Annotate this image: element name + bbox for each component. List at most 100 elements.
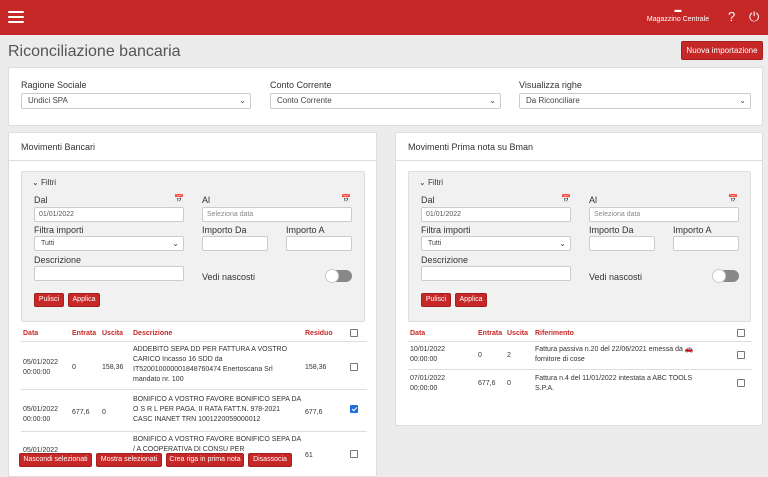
prima-nota-filters-panel: ⌄ Filtri Dal 📅 01/01/2022 Al 📅 Seleziona… — [408, 171, 751, 322]
descrizione-input[interactable] — [421, 266, 571, 281]
row2-data: 05/01/2022 00:00:00 — [23, 406, 59, 423]
select-all-checkbox[interactable] — [737, 329, 745, 337]
row1-residuo: 158,36 — [305, 364, 327, 371]
chevron-down-icon: ⌄ — [739, 96, 746, 105]
prima-nota-title: Movimenti Prima nota su Bman — [408, 142, 534, 152]
dal-label: Dal — [34, 195, 48, 205]
filtro-label: Filtra importi — [421, 225, 471, 235]
show-selected-button[interactable]: Mostra selezionati — [96, 453, 162, 467]
col-data[interactable]: Data — [23, 330, 38, 337]
filtro-select[interactable]: Tutti ⌄ — [421, 236, 571, 251]
importo-da-label: Importo Da — [202, 225, 247, 235]
importo-da-input[interactable] — [589, 236, 655, 251]
disassocia-button[interactable]: Disassocia — [248, 453, 292, 467]
row2-uscita: 0 — [102, 409, 106, 416]
applica-button[interactable]: Applica — [455, 293, 487, 307]
col-entrata[interactable]: Entrata — [72, 330, 96, 337]
calendar-icon[interactable]: 📅 — [341, 194, 351, 203]
importo-da-input[interactable] — [202, 236, 268, 251]
al-input[interactable]: Seleziona data — [202, 207, 352, 222]
row2-checkbox[interactable] — [737, 379, 745, 387]
row1-entrata: 0 — [72, 364, 76, 371]
page-title: Riconciliazione bancaria — [8, 43, 181, 60]
descrizione-label: Descrizione — [34, 255, 82, 265]
rows-select[interactable]: Da Riconciliare ⌄ — [519, 93, 751, 109]
row2-residuo: 677,6 — [305, 409, 323, 416]
al-input[interactable]: Seleziona data — [589, 207, 739, 222]
pulisci-button[interactable]: Pulisci — [421, 293, 451, 307]
al-label: Al — [589, 195, 598, 205]
vedi-nascosti-label: Vedi nascosti — [589, 272, 643, 282]
menu-icon[interactable] — [8, 11, 24, 23]
create-row-button[interactable]: Crea riga in prima nota — [166, 453, 244, 467]
al-label: Al — [202, 195, 211, 205]
col-uscita[interactable]: Uscita — [507, 330, 528, 337]
warehouse-label: Magazzino Centrale — [646, 16, 710, 23]
row1-data: 10/01/2022 00:00:00 — [410, 346, 446, 363]
hide-selected-button[interactable]: Nascondi selezionati — [19, 453, 92, 467]
row1-riferimento: Fattura passiva n.20 del 22/06/2021 emes… — [535, 346, 694, 363]
row2-entrata: 677,6 — [478, 380, 496, 387]
vedi-nascosti-label: Vedi nascosti — [202, 272, 256, 282]
row3-residuo: 61 — [305, 452, 313, 459]
calendar-icon[interactable]: 📅 — [728, 194, 738, 203]
account-label: Conto Corrente — [270, 80, 332, 90]
calendar-icon[interactable]: 📅 — [174, 194, 184, 203]
filtro-select[interactable]: Tutti ⌄ — [34, 236, 184, 251]
row1-checkbox[interactable] — [350, 363, 358, 371]
chevron-down-icon: ⌄ — [489, 96, 496, 105]
row2-checkbox[interactable] — [350, 405, 358, 413]
col-data[interactable]: Data — [410, 330, 425, 337]
rows-label: Visualizza righe — [519, 80, 582, 90]
row2-descrizione: BONIFICO A VOSTRO FAVORE BONIFICO SEPA D… — [133, 396, 301, 423]
account-select[interactable]: Conto Corrente ⌄ — [270, 93, 501, 109]
bank-filters-panel: ⌄ Filtri Dal 📅 01/01/2022 Al 📅 Seleziona… — [21, 171, 365, 322]
company-select[interactable]: Undici SPA ⌄ — [21, 93, 251, 109]
row1-checkbox[interactable] — [737, 351, 745, 359]
row1-entrata: 0 — [478, 352, 482, 359]
bank-movements-card: Movimenti Bancari ⌄ Filtri Dal 📅 01/01/2… — [8, 132, 377, 477]
pulisci-button[interactable]: Pulisci — [34, 293, 64, 307]
applica-button[interactable]: Applica — [68, 293, 100, 307]
chevron-down-icon: ⌄ — [239, 96, 246, 105]
top-bar: ▬ Magazzino Centrale ? ⏻ — [0, 0, 768, 35]
col-uscita[interactable]: Uscita — [102, 330, 123, 337]
dal-input[interactable]: 01/01/2022 — [421, 207, 571, 222]
dal-input[interactable]: 01/01/2022 — [34, 207, 184, 222]
col-riferimento[interactable]: Riferimento — [535, 330, 574, 337]
descrizione-input[interactable] — [34, 266, 184, 281]
vedi-nascosti-toggle[interactable] — [712, 269, 739, 283]
vedi-nascosti-toggle[interactable] — [325, 269, 352, 283]
new-import-button[interactable]: Nuova importazione — [681, 41, 763, 60]
filter-card: Ragione Sociale Undici SPA ⌄ Conto Corren… — [8, 67, 763, 126]
prima-nota-card: Movimenti Prima nota su Bman ⌄ Filtri Da… — [395, 132, 763, 426]
select-all-checkbox[interactable] — [350, 329, 358, 337]
importo-a-input[interactable] — [286, 236, 352, 251]
bank-movements-title: Movimenti Bancari — [21, 142, 96, 152]
importo-a-label: Importo A — [286, 225, 325, 235]
row2-entrata: 677,6 — [72, 409, 90, 416]
filters-toggle[interactable]: ⌄ Filtri — [419, 178, 443, 187]
col-entrata[interactable]: Entrata — [478, 330, 502, 337]
power-icon[interactable]: ⏻ — [749, 9, 759, 25]
filters-toggle[interactable]: ⌄ Filtri — [32, 178, 56, 187]
row3-checkbox[interactable] — [350, 450, 358, 458]
warehouse-icon: ▬ — [674, 7, 682, 14]
row1-uscita: 158,36 — [102, 364, 124, 371]
filtro-label: Filtra importi — [34, 225, 84, 235]
help-icon[interactable]: ? — [728, 9, 735, 25]
importo-da-label: Importo Da — [589, 225, 634, 235]
row1-descrizione: ADDEBITO SEPA DD PER FATTURA A VOSTRO CA… — [133, 346, 288, 383]
dal-label: Dal — [421, 195, 435, 205]
importo-a-input[interactable] — [673, 236, 739, 251]
row3-descrizione: BONIFICO A VOSTRO FAVORE BONIFICO SEPA D… — [133, 436, 301, 453]
row2-riferimento: Fattura n.4 del 11/01/2022 intestata a A… — [535, 375, 693, 392]
calendar-icon[interactable]: 📅 — [561, 194, 571, 203]
col-residuo[interactable]: Residuo — [305, 330, 333, 337]
row2-data: 07/01/2022 00:00:00 — [410, 375, 446, 392]
row1-data: 05/01/2022 00:00:00 — [23, 359, 59, 376]
col-descrizione[interactable]: Descrizione — [133, 330, 172, 337]
warehouse-selector[interactable]: ▬ Magazzino Centrale — [640, 6, 716, 24]
row2-uscita: 0 — [507, 380, 511, 387]
row1-uscita: 2 — [507, 352, 511, 359]
